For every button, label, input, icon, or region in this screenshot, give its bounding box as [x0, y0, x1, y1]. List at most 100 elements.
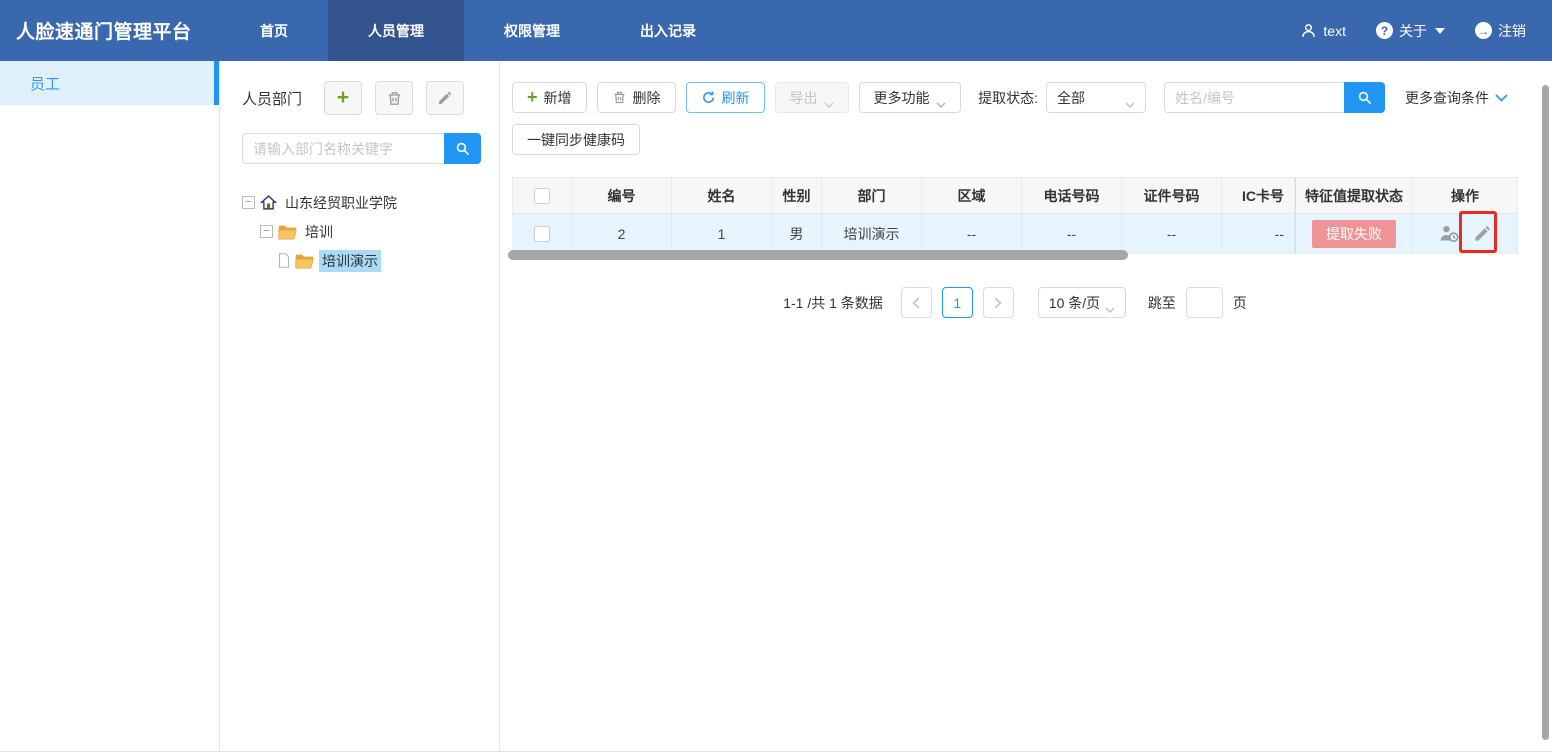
caret-down-icon [1435, 28, 1445, 34]
page-size-select[interactable]: 10 条/页 [1038, 287, 1126, 318]
department-panel-header: 人员部门 + [242, 81, 481, 115]
app-title: 人脸速通门管理平台 [0, 0, 220, 61]
home-icon [260, 194, 277, 211]
cell-dept: 培训演示 [822, 214, 922, 253]
cell-gender: 男 [772, 214, 822, 253]
sidebar-item-employee[interactable]: 员工 [0, 61, 219, 105]
edit-department-button[interactable] [426, 81, 464, 115]
select-all-checkbox[interactable] [534, 188, 550, 204]
main-nav-tabs: 首页 人员管理 权限管理 出入记录 [220, 0, 736, 61]
row-select-cell [512, 214, 572, 253]
sync-health-code-button[interactable]: 一键同步健康码 [512, 124, 640, 155]
chevron-down-icon [936, 95, 946, 101]
pagination: 1-1 /共 1 条数据 1 10 条/页 跳至 页 [512, 287, 1518, 318]
toolbar-row-2: 一键同步健康码 [512, 124, 1552, 155]
tree-node-training[interactable]: − 培训 [242, 217, 481, 246]
cell-no: 2 [572, 214, 672, 253]
col-header-no[interactable]: 编号 [572, 178, 672, 213]
about-label: 关于 [1399, 21, 1427, 41]
nav-tab-home[interactable]: 首页 [220, 0, 328, 61]
cell-extract-status: 提取失败 [1295, 214, 1413, 253]
page-number-button[interactable]: 1 [942, 287, 973, 318]
chevron-down-icon [1105, 300, 1115, 306]
user-icon [1300, 22, 1317, 39]
nav-tab-permissions[interactable]: 权限管理 [464, 0, 600, 61]
search-icon [454, 140, 471, 157]
jump-to-label: 跳至 [1148, 293, 1176, 313]
department-panel: 人员部门 + [220, 61, 500, 752]
delete-department-button[interactable] [375, 81, 413, 115]
department-search-button[interactable] [444, 133, 481, 164]
logout-button[interactable]: → 注销 [1475, 21, 1526, 41]
tree-node-training-demo[interactable]: 培训演示 [242, 246, 481, 275]
trash-icon [612, 90, 627, 105]
content-layout: 员工 人员部门 + [0, 61, 1552, 752]
select-all-cell [512, 178, 572, 213]
department-search [242, 133, 481, 164]
extract-failed-badge: 提取失败 [1312, 220, 1396, 248]
chevron-down-icon [1125, 95, 1135, 101]
about-menu[interactable]: ? 关于 [1376, 21, 1445, 41]
col-header-iccard[interactable]: IC卡号 [1222, 178, 1295, 213]
jump-page-input[interactable] [1186, 287, 1223, 318]
refresh-button[interactable]: 刷新 [686, 82, 765, 113]
user-label: text [1323, 23, 1346, 39]
col-header-gender[interactable]: 性别 [772, 178, 822, 213]
logout-label: 注销 [1498, 21, 1526, 41]
person-clock-icon[interactable] [1438, 223, 1461, 244]
col-header-phone[interactable]: 电话号码 [1022, 178, 1122, 213]
delete-person-button[interactable]: 删除 [597, 82, 676, 113]
logout-icon: → [1475, 22, 1492, 39]
extract-status-label: 提取状态: [978, 88, 1038, 108]
person-search [1164, 82, 1385, 113]
extract-status-select[interactable]: 全部 [1046, 82, 1146, 113]
tree-node-label: 山东经贸职业学院 [282, 192, 400, 214]
col-header-idcard[interactable]: 证件号码 [1122, 178, 1222, 213]
face-gate-admin-app: 人脸速通门管理平台 首页 人员管理 权限管理 出入记录 text ? 关于 → … [0, 0, 1552, 752]
person-search-button[interactable] [1344, 82, 1385, 113]
export-button[interactable]: 导出 [775, 82, 849, 113]
person-search-input[interactable] [1164, 82, 1344, 113]
department-tree: − 山东经贸职业学院 − 培训 [242, 188, 481, 275]
next-page-button[interactable] [983, 287, 1014, 318]
department-search-input[interactable] [242, 133, 444, 164]
folder-icon [295, 253, 314, 269]
col-header-area[interactable]: 区域 [922, 178, 1022, 213]
filter-area: 提取状态: 全部 [978, 82, 1508, 113]
collapse-icon[interactable]: − [260, 225, 273, 238]
user-menu[interactable]: text [1300, 22, 1346, 39]
plus-icon: + [527, 88, 538, 106]
col-header-name[interactable]: 姓名 [672, 178, 772, 213]
main-panel: + 新增 删除 刷新 导出 [500, 61, 1552, 752]
top-navbar: 人脸速通门管理平台 首页 人员管理 权限管理 出入记录 text ? 关于 → … [0, 0, 1552, 61]
prev-page-button[interactable] [901, 287, 932, 318]
left-sidebar: 员工 [0, 61, 220, 752]
col-header-dept[interactable]: 部门 [822, 178, 922, 213]
col-header-extract-status[interactable]: 特征值提取状态 [1295, 178, 1413, 213]
more-query-conditions[interactable]: 更多查询条件 [1405, 88, 1508, 108]
add-department-button[interactable]: + [324, 81, 362, 115]
question-circle-icon: ? [1376, 22, 1393, 39]
vertical-scrollbar[interactable] [1542, 85, 1549, 740]
pagination-summary: 1-1 /共 1 条数据 [783, 293, 883, 313]
tree-node-label: 培训 [302, 221, 336, 243]
nav-tab-personnel[interactable]: 人员管理 [328, 0, 464, 61]
trash-icon [386, 90, 403, 107]
document-icon [278, 253, 290, 268]
collapse-icon[interactable]: − [242, 196, 255, 209]
tree-node-root[interactable]: − 山东经贸职业学院 [242, 188, 481, 217]
chevron-down-icon [1495, 94, 1508, 102]
toolbar-row-1: + 新增 删除 刷新 导出 [512, 82, 1552, 113]
col-header-operations[interactable]: 操作 [1413, 178, 1518, 213]
more-functions-button[interactable]: 更多功能 [859, 82, 961, 113]
search-icon [1356, 89, 1373, 106]
table-row[interactable]: 2 1 男 培训演示 -- -- -- -- 提取失败 [512, 214, 1518, 254]
add-person-button[interactable]: + 新增 [512, 82, 587, 113]
cell-area: -- [922, 214, 1022, 253]
nav-tab-access-records[interactable]: 出入记录 [600, 0, 736, 61]
horizontal-scrollbar[interactable] [508, 250, 1128, 260]
navbar-right: text ? 关于 → 注销 [1300, 0, 1526, 61]
row-checkbox[interactable] [534, 226, 550, 242]
edit-person-icon[interactable] [1473, 224, 1492, 243]
refresh-icon [701, 90, 716, 105]
